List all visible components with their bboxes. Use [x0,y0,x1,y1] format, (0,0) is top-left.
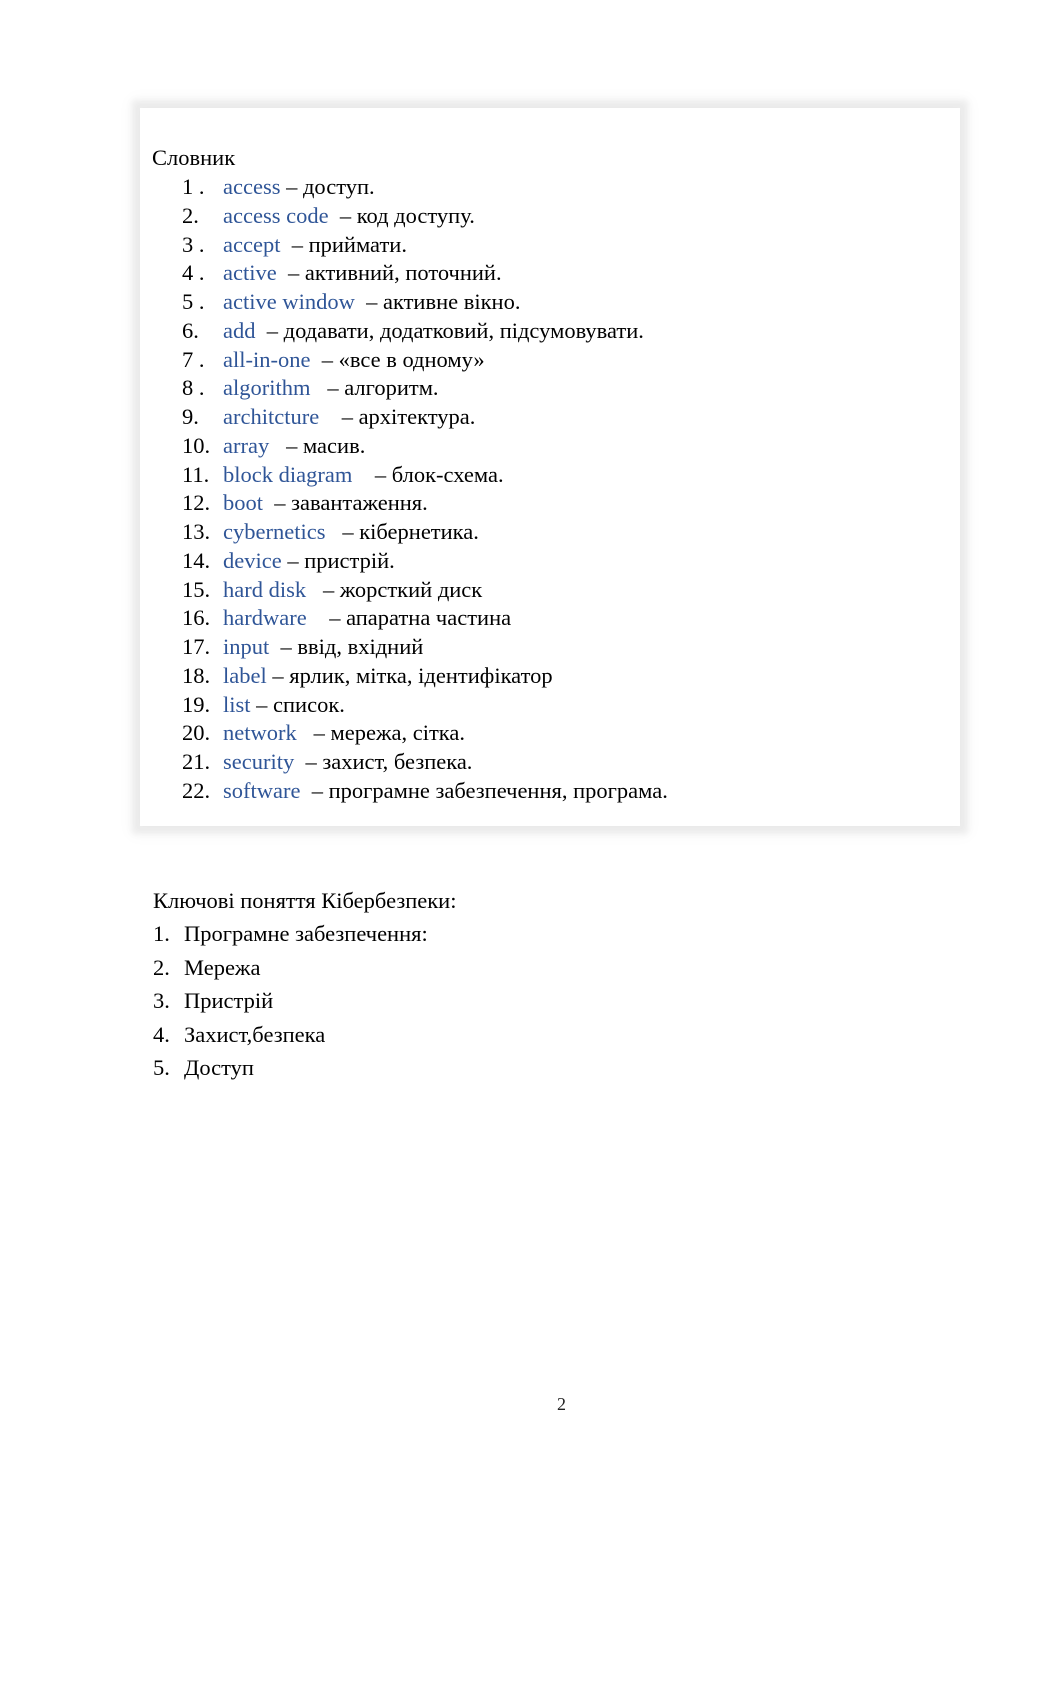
glossary-definition: – масив. [269,432,366,458]
glossary-term: cybernetics [223,519,326,544]
glossary-term: active [223,260,277,286]
glossary-term: block diagram [223,461,353,487]
glossary-item-number: 8 . [182,375,205,401]
glossary-term: all-in-one [223,346,311,372]
glossary-term: algorithm [223,375,311,401]
key-concept-number: 3. [153,988,170,1014]
page-number: 2 [557,1394,566,1414]
glossary-definition: – алгоритм. [310,375,439,401]
glossary-item-number: 14. [182,547,211,573]
glossary-item-number: 20. [182,720,211,746]
glossary-term: list [223,691,251,717]
glossary-definition: – мережа, сітка. [296,720,466,746]
glossary-item-number: 9. [182,404,199,429]
glossary-item-number: 22. [182,777,211,803]
key-concept-text: Захист,безпека [184,1021,326,1047]
glossary-item-number: 4 . [182,260,205,286]
glossary-term: hard disk [223,576,307,602]
glossary-term: network [223,720,297,746]
glossary-item-number: 1 . [182,174,205,199]
glossary-definition: – список. [250,691,345,717]
glossary-term: active window [223,289,355,314]
glossary-definition: – ярлик, мітка, ідентифікатор [266,662,553,688]
key-concept-text: Пристрій [184,988,274,1014]
key-concept-text: Доступ [184,1055,254,1081]
key-concept-number: 2. [153,954,170,980]
glossary-term: access code [223,202,329,228]
glossary-definition: – архітектура. [319,404,476,429]
glossary-item-number: 17. [182,634,211,659]
glossary-definition: – пристрій. [281,547,395,573]
glossary-item-number: 3 . [182,231,205,257]
glossary-definition: – «все в одному» [310,346,485,372]
glossary-item-number: 2. [182,202,199,228]
glossary-term: add [223,317,256,343]
key-concept-number: 1. [153,921,170,946]
glossary-item-number: 5 . [182,289,205,314]
glossary-item-number: 19. [182,691,211,717]
glossary-item-number: 13. [182,519,211,544]
glossary-definition: – захист, безпека. [294,749,473,774]
glossary-item-number: 15. [182,576,211,602]
glossary-definition: – програмне забезпечення, програма. [300,777,668,803]
glossary-definition: – доступ. [280,174,375,199]
glossary-definition: – активний, поточний. [276,260,502,286]
glossary-term: software [223,777,301,803]
glossary-term: device [223,547,282,573]
glossary-term: array [223,432,270,458]
glossary-item-number: 16. [182,605,211,631]
glossary-definition: – блок-схема. [352,461,504,487]
glossary-item-number: 11. [182,461,210,487]
glossary-definition: – код доступу. [328,202,475,228]
glossary-definition: – жорсткий диск [306,576,483,602]
glossary-definition: – апаратна частина [306,605,512,631]
glossary-definition: – додавати, додатковий, підсумовувати. [255,317,644,343]
glossary-title: Словник [152,145,236,170]
glossary-term: architcture [223,404,320,429]
glossary-item-number: 7 . [182,346,205,372]
glossary-definition: – приймати. [280,231,407,257]
glossary-definition: – ввід, вхідний [269,634,424,659]
glossary-term: label [223,662,267,688]
glossary-item-number: 6. [182,317,199,343]
glossary-term: boot [223,490,264,516]
key-concept-number: 4. [153,1021,170,1047]
key-concept-number: 5. [153,1055,170,1081]
key-concept-text: Програмне забезпечення: [184,921,428,946]
glossary-definition: – кібернетика. [325,519,479,544]
glossary-term: access [223,174,281,199]
glossary-item-number: 12. [182,490,211,516]
glossary-definition: – завантаження. [263,490,428,516]
glossary-term: accept [223,231,281,257]
glossary-item-number: 10. [182,432,211,458]
glossary-term: input [223,634,270,659]
glossary-item-number: 18. [182,662,211,688]
glossary-term: security [223,749,295,774]
glossary-definition: – активне вікно. [354,289,521,314]
key-concepts-title: Ключові поняття Кібербезпеки: [153,888,457,913]
glossary-item-number: 21. [182,749,211,774]
key-concept-text: Мережа [184,954,261,980]
glossary-term: hardware [223,605,307,631]
